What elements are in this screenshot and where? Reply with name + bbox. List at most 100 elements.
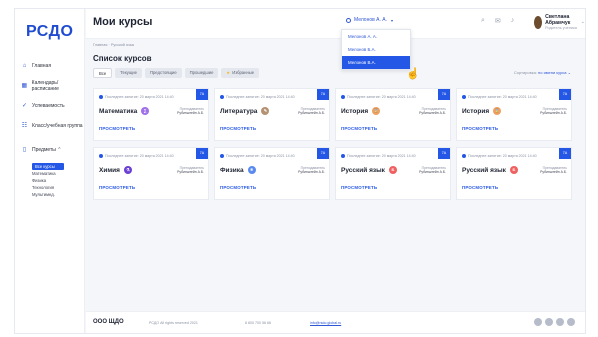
course-subject: Физика ⚛ <box>220 166 256 174</box>
sidebar-item-home[interactable]: ⌂ Главная <box>21 59 83 73</box>
progress-icon: ✓ <box>21 102 28 109</box>
sidebar-item-label: Календарь/расписание <box>31 80 59 92</box>
subject-name: Физика <box>220 166 244 174</box>
footer-rights: РСДО All rights reserved 2021 <box>149 321 198 325</box>
subject-icon: ⌛ <box>493 107 502 115</box>
section-title: Список курсов <box>93 54 152 63</box>
subject-name: История <box>341 107 369 115</box>
course-card[interactable]: 7А Последнее занятие: 20 марта 2021 14:40… <box>93 147 209 200</box>
dropdown-option-selected[interactable]: Мелонов В.А. <box>342 56 410 69</box>
course-card[interactable]: 7А Последнее занятие: 20 марта 2021 14:40… <box>93 88 209 141</box>
calendar-icon: ▦ <box>21 82 28 89</box>
subject-item-all[interactable]: Все курсы <box>32 163 64 170</box>
last-lesson-text: Последнее занятие: 20 марта 2021 14:40 <box>468 154 537 158</box>
subject-icon: ⚗ <box>123 166 132 174</box>
filter-favorites-label: Избранные <box>232 70 255 75</box>
footer: ООО ЩДО РСДО All rights reserved 2021 8 … <box>86 311 585 333</box>
teacher-name: Рубинштейн А.Б. <box>419 170 446 175</box>
filter-current[interactable]: Текущие <box>115 68 142 78</box>
chat-icon[interactable]: ✉ <box>495 17 501 25</box>
teacher-name: Рубинштейн А.Б. <box>540 170 567 175</box>
teacher-info: Преподаватель Рубинштейн А.Б. <box>298 107 325 115</box>
page-title: Мои курсы <box>93 16 153 28</box>
course-grid: 7А Последнее занятие: 20 марта 2021 14:40… <box>93 88 572 200</box>
course-card[interactable]: 7А Последнее занятие: 20 марта 2021 14:40… <box>456 147 572 200</box>
sidebar-item-label: Главная <box>32 63 52 69</box>
search-icon[interactable]: ⌕ <box>481 17 485 25</box>
social-icon[interactable] <box>567 318 575 326</box>
dropdown-option[interactable]: Мелонов Б.А. <box>342 43 410 56</box>
view-course-link[interactable]: ПРОСМОТРЕТЬ <box>220 185 256 190</box>
subject-item[interactable]: Мультимед. <box>32 191 83 198</box>
top-bar: Мои курсы Мелонов А. А. ▾ ⌕ ✉ ♪ Светлана… <box>86 9 585 39</box>
footer-phone[interactable]: 8 800 700 56 66 <box>245 321 271 325</box>
course-card[interactable]: 7А Последнее занятие: 20 марта 2021 14:40… <box>214 88 330 141</box>
sidebar-item-progress[interactable]: ✓ Успеваемость <box>21 99 83 113</box>
student-select[interactable]: Мелонов А. А. ▾ <box>346 17 393 23</box>
course-card[interactable]: 7А Последнее занятие: 20 марта 2021 14:40… <box>335 88 451 141</box>
subject-name: Русский язык <box>341 166 385 174</box>
course-subject: Русский язык Б <box>462 166 518 174</box>
last-lesson-text: Последнее занятие: 20 марта 2021 14:40 <box>105 154 174 158</box>
subject-item[interactable]: Математика <box>32 170 83 177</box>
subject-item[interactable]: Физика <box>32 177 83 184</box>
student-dropdown: Мелонов А. А. Мелонов Б.А. Мелонов В.А. <box>341 29 411 70</box>
users-icon: ☷ <box>21 122 28 129</box>
social-icon[interactable] <box>556 318 564 326</box>
view-course-link[interactable]: ПРОСМОТРЕТЬ <box>99 185 135 190</box>
subject-name: Литература <box>220 107 258 115</box>
user-circle-icon <box>346 17 351 23</box>
user-menu[interactable]: Светлана Абрамчук Родитель ученика ⌄ <box>534 14 585 30</box>
course-filters: Все Текущие Предстоящие Прошедшие ★ Избра… <box>93 68 260 78</box>
filter-all[interactable]: Все <box>93 68 113 78</box>
view-course-link[interactable]: ПРОСМОТРЕТЬ <box>341 185 377 190</box>
view-course-link[interactable]: ПРОСМОТРЕТЬ <box>341 126 377 131</box>
course-card[interactable]: 7А Последнее занятие: 20 марта 2021 14:40… <box>456 88 572 141</box>
last-lesson-date: Последнее занятие: 20 марта 2021 14:40 <box>220 154 295 158</box>
app-window: РСДО ⌂ Главная ▦ Календарь/расписание ✓ … <box>14 8 586 334</box>
filter-upcoming[interactable]: Предстоящие <box>144 68 182 78</box>
teacher-info: Преподаватель Рубинштейн А.Б. <box>177 107 204 115</box>
filter-past[interactable]: Прошедшие <box>184 68 219 78</box>
chevron-down-icon: ▾ <box>391 17 394 23</box>
teacher-info: Преподаватель Рубинштейн А.Б. <box>540 107 567 115</box>
view-course-link[interactable]: ПРОСМОТРЕТЬ <box>462 185 498 190</box>
social-icon[interactable] <box>545 318 553 326</box>
bell-icon[interactable]: ♪ <box>511 17 515 25</box>
last-lesson-date: Последнее занятие: 20 марта 2021 14:40 <box>99 154 174 158</box>
course-card[interactable]: 7А Последнее занятие: 20 марта 2021 14:40… <box>214 147 330 200</box>
subject-item[interactable]: Технология <box>32 184 83 191</box>
footer-company: ООО ЩДО <box>93 319 124 325</box>
breadcrumb: Главная · Русский язык <box>93 43 135 47</box>
social-icon[interactable] <box>534 318 542 326</box>
filter-favorites[interactable]: ★ Избранные <box>221 68 260 78</box>
sidebar-item-subjects[interactable]: ▯ Предметы ⌃ <box>21 143 83 157</box>
sidebar-item-label: Класс/учебная группа <box>32 123 83 129</box>
footer-email[interactable]: info@rsdo.global.ru <box>310 321 341 325</box>
status-dot-icon <box>220 95 224 99</box>
view-course-link[interactable]: ПРОСМОТРЕТЬ <box>99 126 135 131</box>
view-course-link[interactable]: ПРОСМОТРЕТЬ <box>462 126 498 131</box>
sidebar-item-class[interactable]: ☷ Класс/учебная группа <box>21 119 83 133</box>
course-subject: Русский язык Б <box>341 166 397 174</box>
teacher-name: Рубинштейн А.Б. <box>298 170 325 175</box>
sort-control[interactable]: Сортировка: по имени курса ⌄ <box>514 70 571 75</box>
view-course-link[interactable]: ПРОСМОТРЕТЬ <box>220 126 256 131</box>
student-select-value: Мелонов А. А. <box>354 17 388 23</box>
avatar <box>534 15 543 29</box>
app-logo[interactable]: РСДО <box>26 23 73 41</box>
status-dot-icon <box>462 154 466 158</box>
dropdown-option[interactable]: Мелонов А. А. <box>342 30 410 43</box>
sidebar-item-calendar[interactable]: ▦ Календарь/расписание <box>21 79 83 93</box>
sidebar: РСДО ⌂ Главная ▦ Календарь/расписание ✓ … <box>15 9 85 333</box>
class-badge: 7А <box>559 148 571 159</box>
class-badge: 7А <box>317 89 329 100</box>
last-lesson-text: Последнее занятие: 20 марта 2021 14:40 <box>226 154 295 158</box>
sidebar-nav: ⌂ Главная ▦ Календарь/расписание ✓ Успев… <box>21 59 83 198</box>
last-lesson-text: Последнее занятие: 20 марта 2021 14:40 <box>347 95 416 99</box>
star-icon: ★ <box>226 70 231 75</box>
teacher-name: Рубинштейн А.Б. <box>177 170 204 175</box>
teacher-info: Преподаватель Рубинштейн А.Б. <box>177 166 204 174</box>
subjects-submenu: Все курсы Математика Физика Технология М… <box>32 163 83 198</box>
course-card[interactable]: 7А Последнее занятие: 20 марта 2021 14:40… <box>335 147 451 200</box>
